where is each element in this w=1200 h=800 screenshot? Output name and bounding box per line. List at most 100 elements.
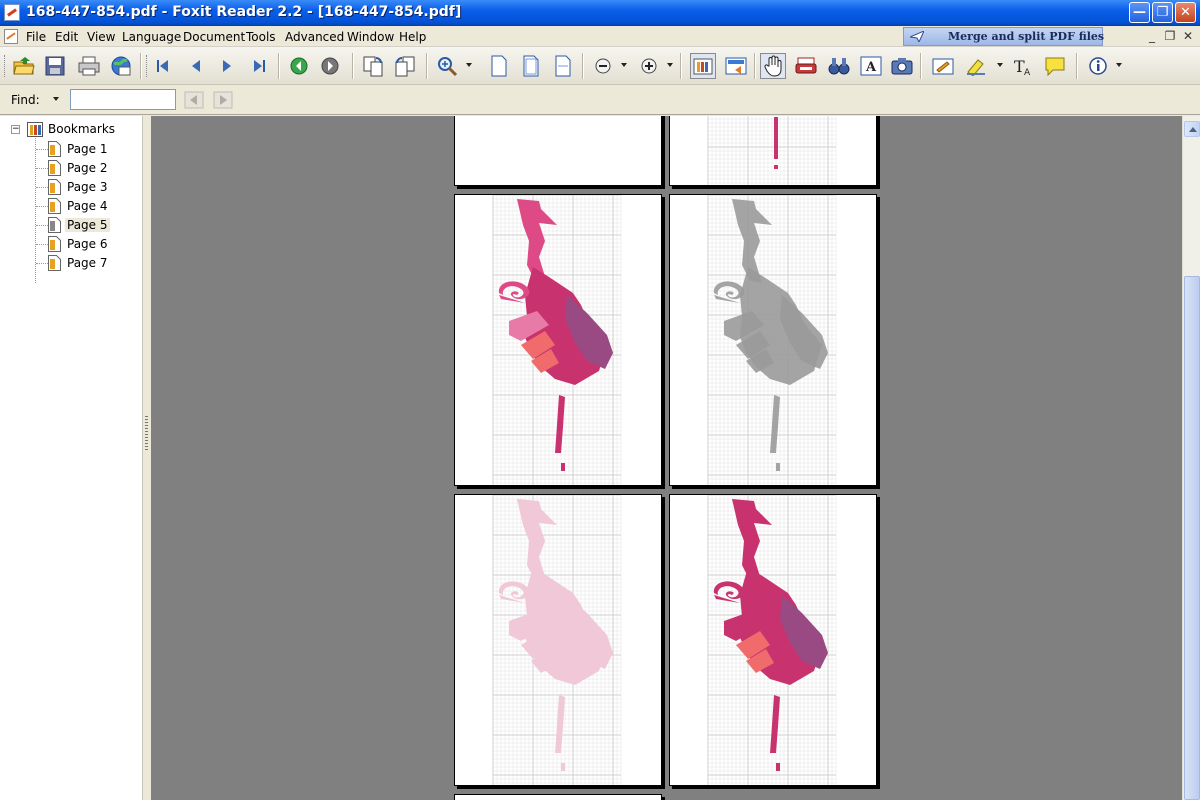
rotate-right-icon[interactable] bbox=[392, 53, 418, 79]
mdi-restore-button[interactable]: ❐ bbox=[1162, 29, 1178, 43]
highlight-tool-icon[interactable] bbox=[964, 53, 990, 79]
bookmark-page-6[interactable]: Page 6 bbox=[48, 235, 140, 253]
zoom-out-icon[interactable] bbox=[590, 53, 616, 79]
tree-connector bbox=[36, 263, 48, 264]
bookmarks-root-label[interactable]: Bookmarks bbox=[48, 122, 115, 136]
bookmark-page-1[interactable]: Page 1 bbox=[48, 140, 140, 158]
info-icon[interactable] bbox=[1085, 53, 1111, 79]
go-forward-icon[interactable] bbox=[317, 53, 343, 79]
svg-text:A: A bbox=[865, 60, 877, 75]
bookmark-page-3[interactable]: Page 3 bbox=[48, 178, 140, 196]
toolbar-separator bbox=[1076, 53, 1078, 79]
edit-note-icon[interactable] bbox=[930, 53, 956, 79]
menu-view[interactable]: View bbox=[87, 30, 115, 44]
zoom-in-icon[interactable] bbox=[434, 53, 460, 79]
figure-leg bbox=[555, 395, 565, 453]
email-icon[interactable] bbox=[108, 53, 134, 79]
document-menu-icon[interactable] bbox=[4, 29, 18, 44]
pdf-page[interactable] bbox=[454, 494, 662, 786]
toolbar-grip[interactable] bbox=[4, 55, 7, 77]
panel-splitter[interactable] bbox=[142, 116, 150, 800]
scroll-up-arrow-icon[interactable] bbox=[1184, 121, 1200, 137]
menu-document[interactable]: Document bbox=[183, 30, 245, 44]
pdf-page[interactable] bbox=[454, 194, 662, 486]
find-options-dropdown[interactable] bbox=[53, 97, 59, 101]
tree-connector bbox=[36, 168, 48, 169]
first-page-icon[interactable] bbox=[150, 53, 176, 79]
tree-connector bbox=[36, 187, 48, 188]
scrollbar-thumb[interactable] bbox=[1184, 276, 1200, 800]
collapse-bookmarks-button[interactable]: − bbox=[11, 125, 20, 134]
fit-width-icon[interactable] bbox=[550, 53, 576, 79]
next-page-icon[interactable] bbox=[214, 53, 240, 79]
find-input[interactable] bbox=[70, 89, 176, 110]
toolbar-separator bbox=[920, 53, 922, 79]
maximize-button[interactable]: ❐ bbox=[1152, 2, 1173, 23]
comment-icon[interactable] bbox=[1042, 53, 1068, 79]
fit-page-icon[interactable] bbox=[518, 53, 544, 79]
menu-file[interactable]: File bbox=[26, 30, 46, 44]
menu-edit[interactable]: Edit bbox=[55, 30, 78, 44]
go-back-icon[interactable] bbox=[286, 53, 312, 79]
zoom-plus-dropdown-arrow[interactable] bbox=[667, 63, 673, 67]
thumbnail-icon[interactable] bbox=[723, 53, 749, 79]
zoom-out-dropdown-arrow[interactable] bbox=[621, 63, 627, 67]
bookmark-page-4[interactable]: Page 4 bbox=[48, 197, 140, 215]
bookmark-panel-icon[interactable] bbox=[690, 53, 716, 79]
print-icon[interactable] bbox=[76, 53, 102, 79]
last-page-icon[interactable] bbox=[246, 53, 272, 79]
title-bar: 168-447-854.pdf - Foxit Reader 2.2 - [16… bbox=[0, 0, 1200, 26]
merge-split-banner[interactable]: Merge and split PDF files bbox=[903, 27, 1105, 46]
minimize-button[interactable]: — bbox=[1129, 2, 1150, 23]
actual-size-icon[interactable] bbox=[486, 53, 512, 79]
splitter-grip[interactable] bbox=[145, 416, 148, 450]
page-bookmark-icon bbox=[48, 179, 61, 195]
menu-help[interactable]: Help bbox=[399, 30, 426, 44]
zoom-dropdown-arrow[interactable] bbox=[466, 63, 472, 67]
save-icon[interactable] bbox=[42, 53, 68, 79]
cross-stitch-pattern bbox=[492, 195, 622, 485]
menu-window[interactable]: Window bbox=[347, 30, 394, 44]
pdf-page[interactable] bbox=[454, 116, 662, 186]
open-icon[interactable] bbox=[11, 53, 37, 79]
menu-language[interactable]: Language bbox=[122, 30, 181, 44]
pdf-page[interactable] bbox=[669, 494, 877, 786]
highlight-dropdown-arrow[interactable] bbox=[997, 63, 1003, 67]
pdf-page[interactable] bbox=[454, 794, 662, 800]
merge-split-label: Merge and split PDF files bbox=[948, 30, 1105, 43]
menu-advanced[interactable]: Advanced bbox=[285, 30, 344, 44]
menu-tools[interactable]: Tools bbox=[246, 30, 276, 44]
figure-leg bbox=[555, 695, 565, 753]
bookmark-page-2[interactable]: Page 2 bbox=[48, 159, 140, 177]
cross-stitch-pattern bbox=[707, 495, 837, 785]
pdf-page[interactable] bbox=[669, 194, 877, 486]
vertical-scrollbar[interactable] bbox=[1182, 116, 1200, 800]
tree-connector bbox=[36, 206, 48, 207]
text-select-icon[interactable]: A bbox=[858, 53, 884, 79]
document-view[interactable] bbox=[151, 116, 1182, 800]
toolbar-grip[interactable] bbox=[146, 55, 149, 77]
find-next-icon[interactable] bbox=[213, 91, 233, 109]
toolbar-separator bbox=[754, 53, 756, 79]
close-button[interactable]: ✕ bbox=[1175, 2, 1196, 23]
text-tool-icon[interactable]: TA bbox=[1010, 53, 1036, 79]
foxit-app-icon[interactable] bbox=[4, 4, 20, 21]
snapshot-icon[interactable] bbox=[889, 53, 915, 79]
mdi-close-button[interactable]: ✕ bbox=[1180, 29, 1196, 43]
rotate-left-icon[interactable] bbox=[360, 53, 386, 79]
main-toolbar: A TA bbox=[0, 47, 1200, 85]
hand-tool-icon[interactable] bbox=[760, 53, 786, 79]
page-bookmark-icon bbox=[48, 198, 61, 214]
find-binoculars-icon[interactable] bbox=[826, 53, 852, 79]
zoom-plus-icon[interactable] bbox=[636, 53, 662, 79]
previous-page-icon[interactable] bbox=[183, 53, 209, 79]
find-previous-icon[interactable] bbox=[184, 91, 204, 109]
mdi-minimize-button[interactable]: _ bbox=[1144, 29, 1160, 43]
paper-plane-icon bbox=[910, 31, 924, 42]
bookmark-page-7[interactable]: Page 7 bbox=[48, 254, 140, 272]
bookmark-page-5[interactable]: Page 5 bbox=[48, 216, 140, 234]
typewriter-tool-icon[interactable] bbox=[793, 53, 819, 79]
info-dropdown-arrow[interactable] bbox=[1116, 63, 1122, 67]
pdf-page[interactable] bbox=[669, 116, 877, 186]
figure-foot bbox=[561, 463, 565, 471]
